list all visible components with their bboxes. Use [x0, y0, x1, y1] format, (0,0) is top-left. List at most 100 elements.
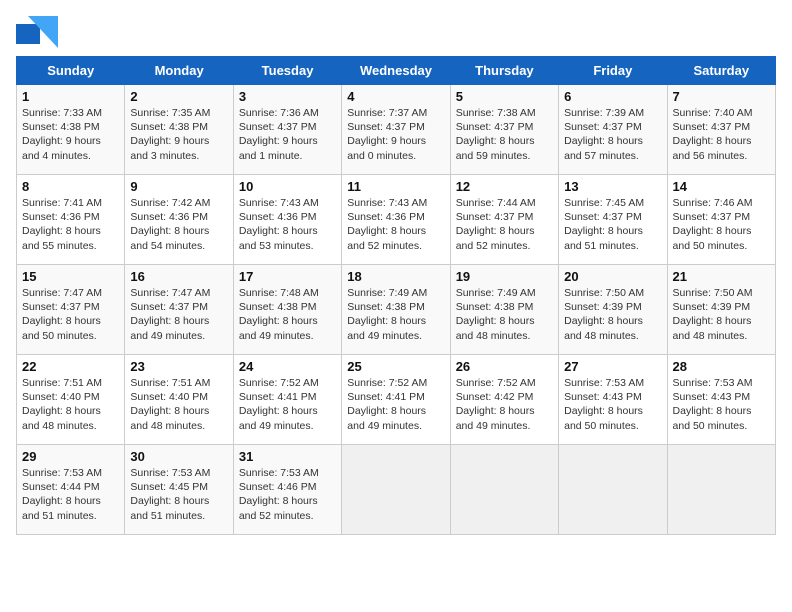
- day-info: Sunrise: 7:36 AMSunset: 4:37 PMDaylight:…: [239, 106, 336, 163]
- calendar-cell: 1 Sunrise: 7:33 AMSunset: 4:38 PMDaylight…: [17, 85, 125, 175]
- day-number: 11: [347, 179, 444, 194]
- calendar-cell: 12Sunrise: 7:44 AMSunset: 4:37 PMDayligh…: [450, 175, 558, 265]
- calendar-cell: 30 Sunrise: 7:53 AMSunset: 4:45 PMDayligh…: [125, 445, 233, 535]
- day-number: 6: [564, 89, 661, 104]
- day-number: 24: [239, 359, 336, 374]
- day-info: Sunrise: 7:43 AMSunset: 4:36 PMDaylight:…: [347, 196, 444, 253]
- day-number: 12: [456, 179, 553, 194]
- day-number: 14: [673, 179, 770, 194]
- day-info: Sunrise: 7:53 AMSunset: 4:43 PMDaylight:…: [564, 376, 661, 433]
- calendar-cell: 17Sunrise: 7:48 AMSunset: 4:38 PMDayligh…: [233, 265, 341, 355]
- day-info: Sunrise: 7:46 AMSunset: 4:37 PMDaylight:…: [673, 196, 770, 253]
- calendar-cell: 14 Sunrise: 7:46 AMSunset: 4:37 PMDayligh…: [667, 175, 775, 265]
- calendar-cell: 15 Sunrise: 7:47 AMSunset: 4:37 PMDayligh…: [17, 265, 125, 355]
- day-number: 10: [239, 179, 336, 194]
- day-number: 16: [130, 269, 227, 284]
- day-info: Sunrise: 7:50 AMSunset: 4:39 PMDaylight:…: [564, 286, 661, 343]
- day-info: Sunrise: 7:37 AMSunset: 4:37 PMDaylight:…: [347, 106, 444, 163]
- day-number: 29: [22, 449, 119, 464]
- day-info: Sunrise: 7:45 AMSunset: 4:37 PMDaylight:…: [564, 196, 661, 253]
- day-info: Sunrise: 7:48 AMSunset: 4:38 PMDaylight:…: [239, 286, 336, 343]
- day-info: Sunrise: 7:35 AMSunset: 4:38 PMDaylight:…: [130, 106, 227, 163]
- day-number: 21: [673, 269, 770, 284]
- calendar-cell: 9Sunrise: 7:42 AMSunset: 4:36 PMDaylight…: [125, 175, 233, 265]
- calendar-cell: 28Sunrise: 7:53 AMSunset: 4:43 PMDayligh…: [667, 355, 775, 445]
- calendar-cell: 8 Sunrise: 7:41 AMSunset: 4:36 PMDaylight…: [17, 175, 125, 265]
- day-number: 18: [347, 269, 444, 284]
- day-number: 3: [239, 89, 336, 104]
- day-number: 19: [456, 269, 553, 284]
- day-number: 22: [22, 359, 119, 374]
- day-info: Sunrise: 7:43 AMSunset: 4:36 PMDaylight:…: [239, 196, 336, 253]
- day-number: 15: [22, 269, 119, 284]
- day-number: 27: [564, 359, 661, 374]
- calendar-cell: 21 Sunrise: 7:50 AMSunset: 4:39 PMDayligh…: [667, 265, 775, 355]
- calendar-cell: 22 Sunrise: 7:51 AMSunset: 4:40 PMDayligh…: [17, 355, 125, 445]
- calendar-cell: 19 Sunrise: 7:49 AMSunset: 4:38 PMDayligh…: [450, 265, 558, 355]
- calendar-week-2: 8 Sunrise: 7:41 AMSunset: 4:36 PMDaylight…: [17, 175, 776, 265]
- header: [16, 16, 776, 48]
- calendar-cell: 24 Sunrise: 7:52 AMSunset: 4:41 PMDayligh…: [233, 355, 341, 445]
- calendar-cell: 7 Sunrise: 7:40 AMSunset: 4:37 PMDaylight…: [667, 85, 775, 175]
- calendar-cell: [342, 445, 450, 535]
- day-number: 1: [22, 89, 119, 104]
- day-number: 13: [564, 179, 661, 194]
- day-number: 31: [239, 449, 336, 464]
- day-info: Sunrise: 7:51 AMSunset: 4:40 PMDaylight:…: [130, 376, 227, 433]
- day-info: Sunrise: 7:42 AMSunset: 4:36 PMDaylight:…: [130, 196, 227, 253]
- day-number: 23: [130, 359, 227, 374]
- day-info: Sunrise: 7:52 AMSunset: 4:41 PMDaylight:…: [347, 376, 444, 433]
- calendar-body: 1 Sunrise: 7:33 AMSunset: 4:38 PMDaylight…: [17, 85, 776, 535]
- calendar-header-saturday: Saturday: [667, 57, 775, 85]
- day-number: 20: [564, 269, 661, 284]
- day-info: Sunrise: 7:49 AMSunset: 4:38 PMDaylight:…: [347, 286, 444, 343]
- day-number: 5: [456, 89, 553, 104]
- calendar-cell: 25 Sunrise: 7:52 AMSunset: 4:41 PMDayligh…: [342, 355, 450, 445]
- day-info: Sunrise: 7:51 AMSunset: 4:40 PMDaylight:…: [22, 376, 119, 433]
- calendar-cell: 11 Sunrise: 7:43 AMSunset: 4:36 PMDayligh…: [342, 175, 450, 265]
- day-info: Sunrise: 7:52 AMSunset: 4:41 PMDaylight:…: [239, 376, 336, 433]
- day-info: Sunrise: 7:52 AMSunset: 4:42 PMDaylight:…: [456, 376, 553, 433]
- day-info: Sunrise: 7:49 AMSunset: 4:38 PMDaylight:…: [456, 286, 553, 343]
- calendar-cell: 27 Sunrise: 7:53 AMSunset: 4:43 PMDayligh…: [559, 355, 667, 445]
- calendar-header-row: SundayMondayTuesdayWednesdayThursdayFrid…: [17, 57, 776, 85]
- day-number: 25: [347, 359, 444, 374]
- day-info: Sunrise: 7:38 AMSunset: 4:37 PMDaylight:…: [456, 106, 553, 163]
- day-info: Sunrise: 7:41 AMSunset: 4:36 PMDaylight:…: [22, 196, 119, 253]
- calendar-cell: [667, 445, 775, 535]
- calendar-week-4: 22 Sunrise: 7:51 AMSunset: 4:40 PMDayligh…: [17, 355, 776, 445]
- day-number: 4: [347, 89, 444, 104]
- day-number: 26: [456, 359, 553, 374]
- calendar-cell: 18 Sunrise: 7:49 AMSunset: 4:38 PMDayligh…: [342, 265, 450, 355]
- logo: [16, 16, 64, 48]
- calendar-header-friday: Friday: [559, 57, 667, 85]
- calendar-cell: 31 Sunrise: 7:53 AMSunset: 4:46 PMDayligh…: [233, 445, 341, 535]
- day-number: 28: [673, 359, 770, 374]
- day-info: Sunrise: 7:53 AMSunset: 4:46 PMDaylight:…: [239, 466, 336, 523]
- calendar-cell: 10 Sunrise: 7:43 AMSunset: 4:36 PMDayligh…: [233, 175, 341, 265]
- day-info: Sunrise: 7:50 AMSunset: 4:39 PMDaylight:…: [673, 286, 770, 343]
- day-info: Sunrise: 7:53 AMSunset: 4:44 PMDaylight:…: [22, 466, 119, 523]
- calendar-week-5: 29 Sunrise: 7:53 AMSunset: 4:44 PMDayligh…: [17, 445, 776, 535]
- calendar-cell: 4 Sunrise: 7:37 AMSunset: 4:37 PMDaylight…: [342, 85, 450, 175]
- day-info: Sunrise: 7:47 AMSunset: 4:37 PMDaylight:…: [22, 286, 119, 343]
- calendar-cell: 5 Sunrise: 7:38 AMSunset: 4:37 PMDaylight…: [450, 85, 558, 175]
- calendar-cell: 2 Sunrise: 7:35 AMSunset: 4:38 PMDaylight…: [125, 85, 233, 175]
- calendar-cell: 3 Sunrise: 7:36 AMSunset: 4:37 PMDaylight…: [233, 85, 341, 175]
- day-info: Sunrise: 7:33 AMSunset: 4:38 PMDaylight:…: [22, 106, 119, 163]
- calendar-header-sunday: Sunday: [17, 57, 125, 85]
- calendar-cell: [450, 445, 558, 535]
- day-info: Sunrise: 7:40 AMSunset: 4:37 PMDaylight:…: [673, 106, 770, 163]
- calendar-week-3: 15 Sunrise: 7:47 AMSunset: 4:37 PMDayligh…: [17, 265, 776, 355]
- day-number: 30: [130, 449, 227, 464]
- calendar-header-thursday: Thursday: [450, 57, 558, 85]
- calendar-cell: 26 Sunrise: 7:52 AMSunset: 4:42 PMDayligh…: [450, 355, 558, 445]
- calendar: SundayMondayTuesdayWednesdayThursdayFrid…: [16, 56, 776, 535]
- day-number: 7: [673, 89, 770, 104]
- day-number: 8: [22, 179, 119, 194]
- day-info: Sunrise: 7:53 AMSunset: 4:45 PMDaylight:…: [130, 466, 227, 523]
- calendar-cell: 16Sunrise: 7:47 AMSunset: 4:37 PMDayligh…: [125, 265, 233, 355]
- calendar-header-monday: Monday: [125, 57, 233, 85]
- day-number: 2: [130, 89, 227, 104]
- day-info: Sunrise: 7:39 AMSunset: 4:37 PMDaylight:…: [564, 106, 661, 163]
